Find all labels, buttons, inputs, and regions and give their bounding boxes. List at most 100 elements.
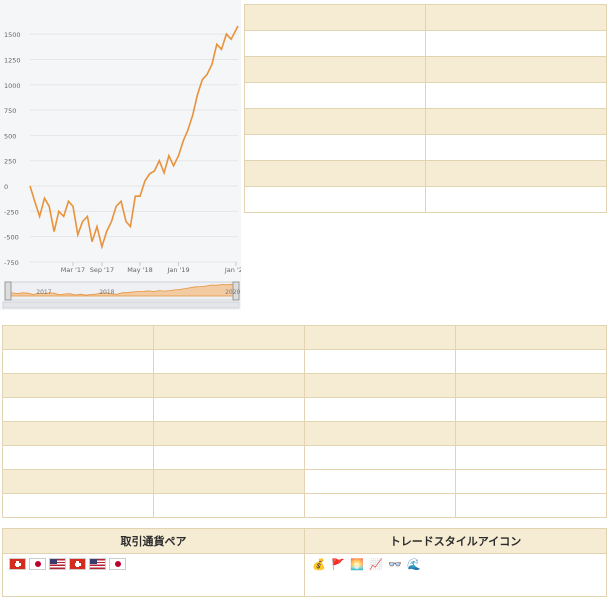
label-cell xyxy=(455,325,607,350)
sunrise-icon: 🌅 xyxy=(350,558,364,571)
label-cell xyxy=(304,325,456,350)
swiss-flag xyxy=(9,558,26,570)
label-cell xyxy=(425,160,607,187)
japan-flag xyxy=(29,558,46,570)
stats-row xyxy=(2,397,607,422)
value-cell xyxy=(455,493,607,518)
value-cell xyxy=(153,397,305,422)
info-row xyxy=(244,56,607,83)
x-tick-label: May '18 xyxy=(127,266,153,274)
money-bag-icon: 💰 xyxy=(312,558,326,571)
label-cell xyxy=(304,469,456,494)
stats-row xyxy=(2,445,607,470)
value-cell xyxy=(425,186,607,213)
y-tick-label: -250 xyxy=(4,208,19,216)
value-cell xyxy=(425,134,607,161)
swiss-flag xyxy=(69,558,86,570)
x-tick-label: Jan '19 xyxy=(166,266,189,274)
stats-row xyxy=(2,421,607,446)
label-cell xyxy=(244,4,426,31)
info-row xyxy=(244,108,607,135)
equity-chart[interactable]: 1500 1250 1000 750 500 250 0 -250 -500 -750 Mar '1… xyxy=(0,0,241,310)
label-cell xyxy=(2,421,154,446)
y-tick-label: 1500 xyxy=(4,31,21,39)
currency-style-table: 取引通貨ペア トレードスタイルアイコン 💰 🚩 🌅 📈 👓 🌊 xyxy=(2,528,607,597)
label-cell xyxy=(455,373,607,398)
navigator-handle-left xyxy=(4,281,12,301)
value-cell xyxy=(455,445,607,470)
label-cell xyxy=(244,160,426,187)
value-cell xyxy=(2,445,154,470)
value-cell xyxy=(2,349,154,374)
value-cell xyxy=(304,349,456,374)
value-cell xyxy=(244,186,426,213)
value-cell xyxy=(425,82,607,109)
stats-row xyxy=(2,325,607,350)
info-row xyxy=(244,160,607,187)
label-cell xyxy=(2,325,154,350)
navigator-label: 2017 xyxy=(36,289,51,296)
label-cell xyxy=(425,4,607,31)
y-tick-label: -500 xyxy=(4,234,19,242)
value-cell xyxy=(2,397,154,422)
value-cell xyxy=(455,349,607,374)
info-row xyxy=(244,186,607,213)
trend-icon: 📈 xyxy=(369,558,383,571)
y-tick-label: 0 xyxy=(4,183,8,191)
x-tick-label: Mar '17 xyxy=(61,266,85,274)
x-tick-label: Sep '17 xyxy=(90,266,114,274)
usa-flag xyxy=(89,558,106,570)
y-tick-label: 500 xyxy=(4,132,16,140)
label-cell xyxy=(304,421,456,446)
strategy-info-table xyxy=(244,4,607,213)
value-cell xyxy=(244,134,426,161)
usa-flag xyxy=(49,558,66,570)
stats-row xyxy=(2,349,607,374)
label-cell xyxy=(2,469,154,494)
label-cell xyxy=(425,108,607,135)
label-cell xyxy=(455,421,607,446)
trade-stats-table xyxy=(2,325,607,518)
currency-pair-header: 取引通貨ペア xyxy=(2,528,305,554)
y-tick-label: 250 xyxy=(4,158,16,166)
stats-row xyxy=(2,469,607,494)
label-cell xyxy=(2,373,154,398)
y-tick-label: -750 xyxy=(4,259,19,267)
equity-chart-svg: 1500 1250 1000 750 500 250 0 -250 -500 -750 Mar '1… xyxy=(2,25,241,309)
value-cell xyxy=(244,82,426,109)
navigator-label: 2018 xyxy=(99,289,114,296)
info-row xyxy=(244,4,607,31)
value-cell xyxy=(304,397,456,422)
y-tick-label: 1000 xyxy=(4,82,21,90)
value-cell xyxy=(455,397,607,422)
label-cell xyxy=(153,421,305,446)
y-tick-label: 1250 xyxy=(4,56,21,64)
flag-icon: 🚩 xyxy=(331,558,345,571)
label-cell xyxy=(425,56,607,83)
info-row xyxy=(244,134,607,161)
trade-style-header: トレードスタイルアイコン xyxy=(304,528,607,554)
value-cell xyxy=(153,445,305,470)
label-cell xyxy=(455,469,607,494)
label-cell xyxy=(153,325,305,350)
japan-flag xyxy=(109,558,126,570)
x-tick-label: Jan '20 xyxy=(224,266,241,274)
trade-style-cell: 💰 🚩 🌅 📈 👓 🌊 xyxy=(304,553,607,597)
value-cell xyxy=(304,445,456,470)
info-row xyxy=(244,30,607,57)
value-cell xyxy=(2,493,154,518)
chart-scrollbar xyxy=(2,301,240,309)
y-tick-label: 750 xyxy=(4,107,16,115)
label-cell xyxy=(304,373,456,398)
currency-pair-cell xyxy=(2,553,305,597)
wave-icon: 🌊 xyxy=(407,558,421,571)
info-row xyxy=(244,82,607,109)
label-cell xyxy=(244,56,426,83)
value-cell xyxy=(153,349,305,374)
stats-row xyxy=(2,493,607,518)
value-cell xyxy=(244,30,426,57)
label-cell xyxy=(153,469,305,494)
value-cell xyxy=(153,493,305,518)
value-cell xyxy=(304,493,456,518)
stats-row xyxy=(2,373,607,398)
